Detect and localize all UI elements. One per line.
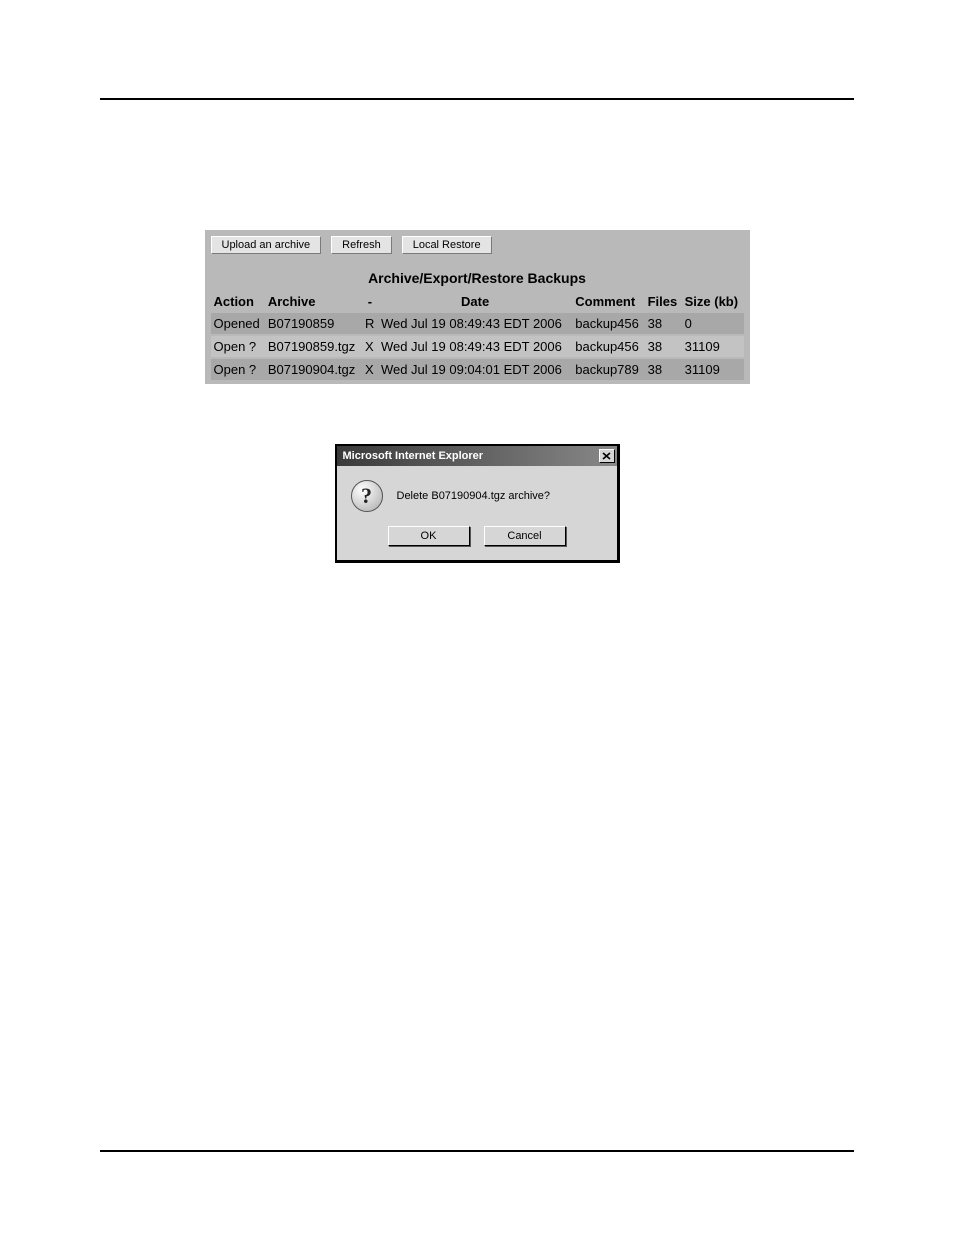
dialog-message: Delete B07190904.tgz archive? [397, 490, 551, 502]
cell-flag[interactable]: X [362, 358, 378, 380]
cell-comment: backup789 [572, 358, 644, 380]
cell-date: Wed Jul 19 08:49:43 EDT 2006 [378, 312, 572, 335]
cell-files: 38 [645, 312, 682, 335]
col-action: Action [211, 292, 265, 312]
backup-panel: Upload an archive Refresh Local Restore … [205, 230, 750, 384]
table-row: Opened B07190859 R Wed Jul 19 08:49:43 E… [211, 312, 744, 335]
dialog-titlebar: Microsoft Internet Explorer [337, 446, 617, 466]
cell-comment: backup456 [572, 312, 644, 335]
col-flag: - [362, 292, 378, 312]
cell-action[interactable]: Open ? [211, 335, 265, 358]
cell-date: Wed Jul 19 08:49:43 EDT 2006 [378, 335, 572, 358]
table-row: Open ? B07190859.tgz X Wed Jul 19 08:49:… [211, 335, 744, 358]
refresh-button[interactable]: Refresh [331, 236, 392, 254]
dialog-button-row: OK Cancel [337, 520, 617, 560]
cell-flag: R [362, 312, 378, 335]
cell-size: 31109 [682, 358, 744, 380]
col-date: Date [378, 292, 572, 312]
confirm-dialog-wrap: Microsoft Internet Explorer ? Delete B07… [335, 444, 620, 563]
col-comment: Comment [572, 292, 644, 312]
cell-date: Wed Jul 19 09:04:01 EDT 2006 [378, 358, 572, 380]
cell-archive: B07190859 [265, 312, 362, 335]
question-icon: ? [351, 480, 383, 512]
confirm-dialog: Microsoft Internet Explorer ? Delete B07… [335, 444, 620, 563]
cell-action: Opened [211, 312, 265, 335]
cell-archive: B07190859.tgz [265, 335, 362, 358]
table-header-row: Action Archive - Date Comment Files Size… [211, 292, 744, 312]
local-restore-button[interactable]: Local Restore [402, 236, 492, 254]
panel-title: Archive/Export/Restore Backups [211, 264, 744, 292]
upload-archive-button[interactable]: Upload an archive [211, 236, 322, 254]
col-archive: Archive [265, 292, 362, 312]
cell-size: 31109 [682, 335, 744, 358]
col-files: Files [645, 292, 682, 312]
dialog-body: ? Delete B07190904.tgz archive? [337, 466, 617, 520]
cell-files: 38 [645, 358, 682, 380]
dialog-title: Microsoft Internet Explorer [343, 450, 484, 462]
cell-size: 0 [682, 312, 744, 335]
cell-archive: B07190904.tgz [265, 358, 362, 380]
cell-comment: backup456 [572, 335, 644, 358]
ok-button[interactable]: OK [388, 526, 470, 546]
cell-action[interactable]: Open ? [211, 358, 265, 380]
top-divider [100, 98, 854, 100]
bottom-divider [100, 1150, 854, 1152]
cancel-button[interactable]: Cancel [484, 526, 566, 546]
cell-files: 38 [645, 335, 682, 358]
table-row: Open ? B07190904.tgz X Wed Jul 19 09:04:… [211, 358, 744, 380]
toolbar: Upload an archive Refresh Local Restore [211, 236, 744, 264]
cell-flag[interactable]: X [362, 335, 378, 358]
col-size: Size (kb) [682, 292, 744, 312]
backup-table: Action Archive - Date Comment Files Size… [211, 292, 744, 380]
close-icon[interactable] [599, 449, 615, 463]
